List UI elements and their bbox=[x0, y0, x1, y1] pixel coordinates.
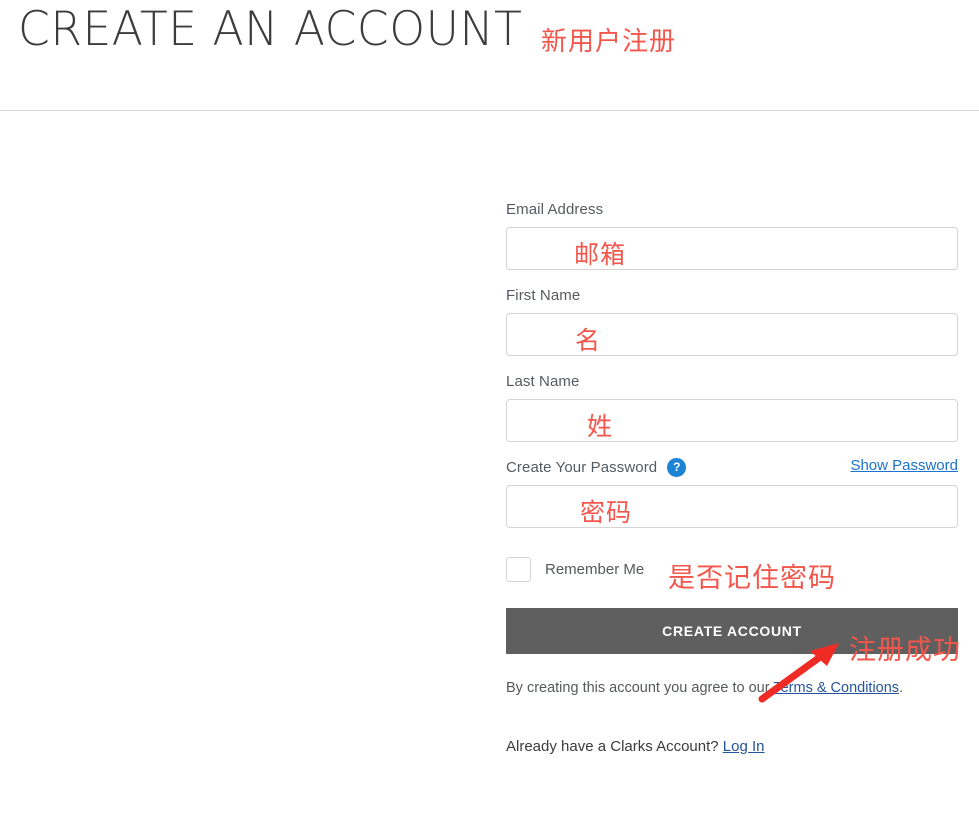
page-header: CREATE AN ACCOUNT 新用户注册 bbox=[0, 0, 979, 111]
page-title: CREATE AN ACCOUNT bbox=[18, 2, 522, 57]
terms-suffix: . bbox=[899, 680, 903, 696]
terms-and-conditions-link[interactable]: Terms & Conditions bbox=[773, 680, 899, 696]
field-group-email: Email Address 邮箱 bbox=[506, 198, 958, 270]
label-password: Create Your Password bbox=[506, 459, 657, 476]
email-input[interactable] bbox=[506, 227, 958, 270]
help-icon[interactable]: ? bbox=[667, 458, 686, 477]
remember-me-annotation: 是否记住密码 bbox=[668, 556, 836, 595]
signup-form: Email Address 邮箱 First Name 名 Last Name … bbox=[506, 198, 958, 755]
remember-me-row: Remember Me 是否记住密码 bbox=[506, 554, 958, 584]
submit-annotation: 注册成功 bbox=[849, 628, 961, 667]
already-account-text: Already have a Clarks Account? Log In bbox=[506, 738, 958, 755]
page-title-annotation: 新用户注册 bbox=[541, 21, 676, 58]
already-account-prefix: Already have a Clarks Account? bbox=[506, 738, 723, 755]
remember-me-checkbox[interactable] bbox=[506, 557, 531, 582]
terms-text: By creating this account you agree to ou… bbox=[506, 680, 958, 696]
field-group-password: Create Your Password ? Show Password 密码 bbox=[506, 456, 958, 528]
label-email: Email Address bbox=[506, 201, 603, 218]
label-first-name: First Name bbox=[506, 287, 580, 304]
label-last-name: Last Name bbox=[506, 373, 579, 390]
first-name-input[interactable] bbox=[506, 313, 958, 356]
show-password-link[interactable]: Show Password bbox=[850, 457, 958, 474]
terms-prefix: By creating this account you agree to ou… bbox=[506, 680, 773, 696]
label-row-last-name: Last Name bbox=[506, 370, 958, 392]
label-row-first-name: First Name bbox=[506, 284, 958, 306]
password-input[interactable] bbox=[506, 485, 958, 528]
remember-me-label: Remember Me bbox=[545, 561, 644, 578]
field-group-first-name: First Name 名 bbox=[506, 284, 958, 356]
label-row-email: Email Address bbox=[506, 198, 958, 220]
field-group-last-name: Last Name 姓 bbox=[506, 370, 958, 442]
label-row-password: Create Your Password ? Show Password bbox=[506, 456, 958, 478]
last-name-input[interactable] bbox=[506, 399, 958, 442]
log-in-link[interactable]: Log In bbox=[723, 738, 765, 755]
